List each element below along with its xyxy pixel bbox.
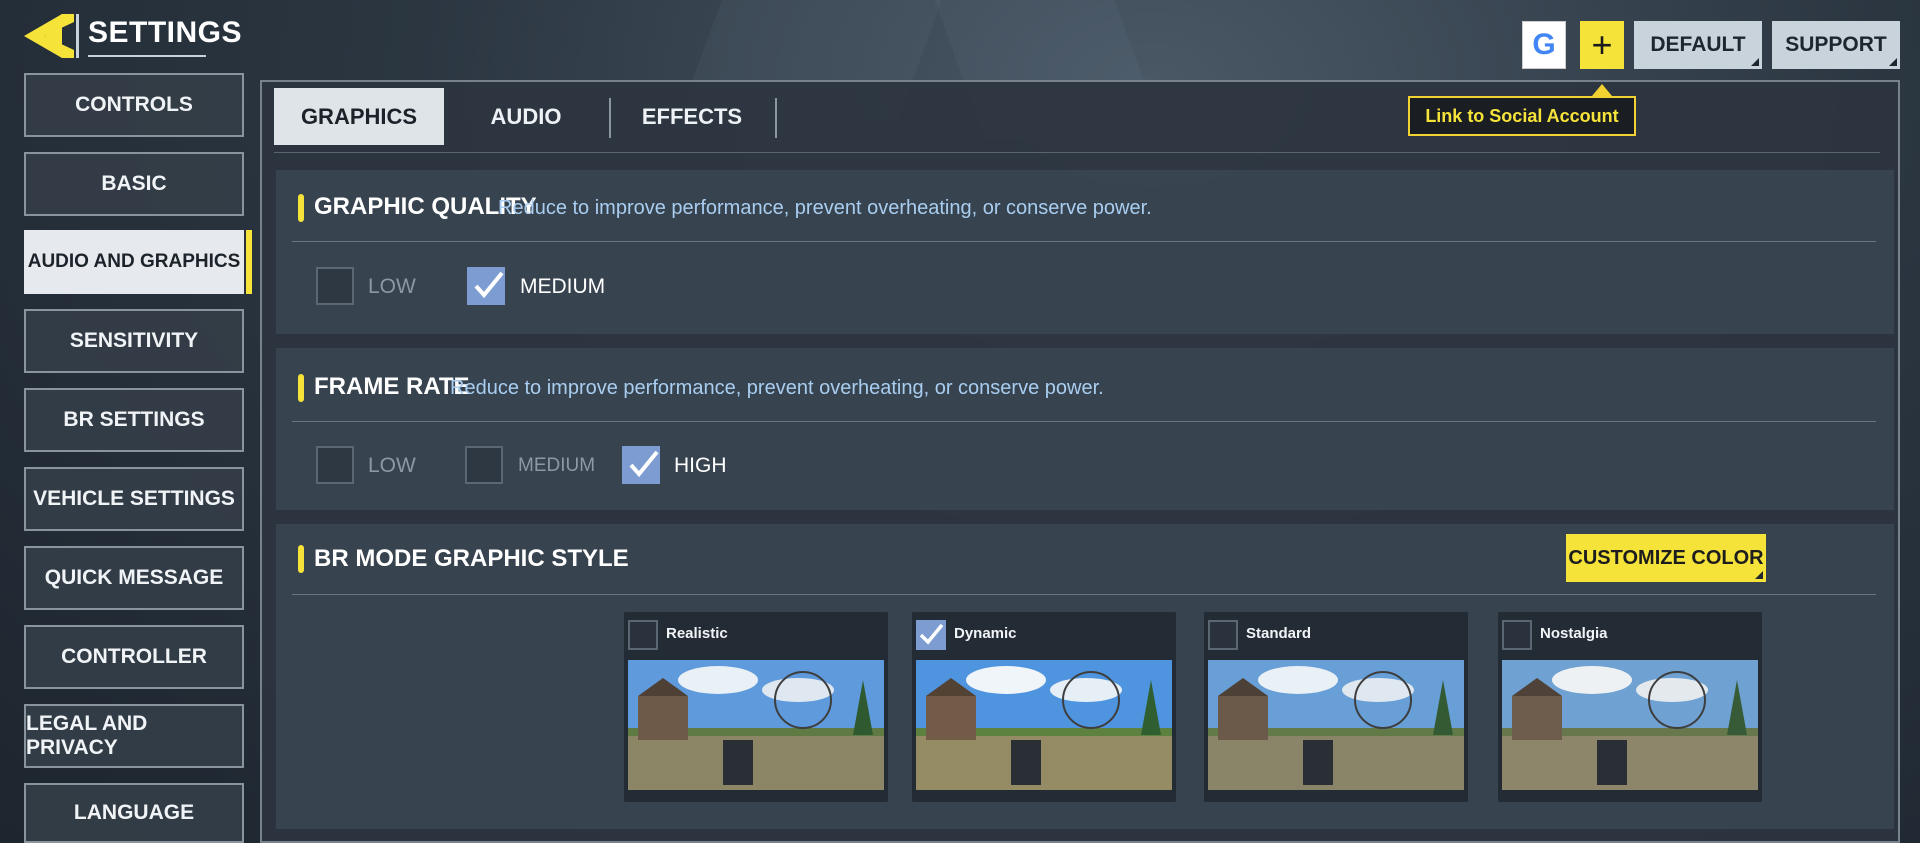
style-preview-image [628, 660, 884, 790]
tab-separator [609, 98, 611, 138]
default-label: DEFAULT [1650, 33, 1746, 56]
title-underline [88, 55, 206, 57]
link-account-plus-button[interactable]: + [1580, 21, 1624, 69]
sidebar-item-label: LEGAL AND PRIVACY [26, 712, 148, 759]
sidebar-item-label: CONTROLS [75, 93, 193, 116]
graphic-quality-low-label: LOW [368, 275, 416, 298]
section-divider [292, 421, 1876, 422]
tooltip-arrow [1592, 84, 1612, 96]
style-checkbox[interactable] [1208, 620, 1238, 650]
header-divider [76, 14, 79, 58]
style-checkbox[interactable] [628, 620, 658, 650]
graphic-style-card-nostalgia[interactable]: Nostalgia [1498, 612, 1762, 802]
plus-icon: + [1591, 24, 1613, 65]
section-marker [298, 545, 304, 573]
style-name: Standard [1246, 625, 1312, 642]
support-button[interactable]: SUPPORT [1772, 21, 1900, 69]
sidebar-item-language[interactable]: LANGUAGE [24, 783, 244, 843]
sidebar-item-legal-and-privacy[interactable]: LEGAL AND PRIVACY [24, 704, 244, 768]
style-name: Dynamic [954, 625, 1017, 642]
sidebar-item-br-settings[interactable]: BR SETTINGS [24, 388, 244, 452]
tab-label: GRAPHICS [300, 103, 418, 129]
sidebar-item-quick-message[interactable]: QUICK MESSAGE [24, 546, 244, 610]
sidebar-item-label: LANGUAGE [73, 801, 195, 824]
checkmark-icon [919, 623, 944, 645]
link-social-tooltip: Link to Social Account [1408, 96, 1636, 136]
sidebar-item-sensitivity[interactable]: SENSITIVITY [24, 309, 244, 373]
frame-rate-title: FRAME RATE [314, 373, 470, 400]
default-button[interactable]: DEFAULT [1634, 21, 1762, 69]
tab-label: EFFECTS [641, 103, 743, 129]
sidebar-item-vehicle-settings[interactable]: VEHICLE SETTINGS [24, 467, 244, 531]
graphic-style-card-realistic[interactable]: Realistic [624, 612, 888, 802]
tab-effects[interactable]: EFFECTS [612, 88, 772, 145]
section-marker [298, 374, 304, 402]
frame-rate-high-checkbox[interactable] [622, 446, 660, 484]
section-divider [292, 594, 1876, 595]
style-name: Realistic [666, 625, 728, 642]
google-link-button[interactable]: G [1522, 21, 1566, 69]
tabs-divider [274, 152, 1880, 153]
section-marker [298, 194, 304, 222]
sidebar-item-label: BR SETTINGS [63, 408, 205, 431]
sidebar-item-label: SENSITIVITY [69, 329, 199, 352]
sidebar-item-audio-and-graphics[interactable]: AUDIO AND GRAPHICS [24, 230, 252, 294]
tab-label: AUDIO [490, 103, 562, 129]
back-arrow-icon [24, 14, 74, 58]
sidebar-item-basic[interactable]: BASIC [24, 152, 244, 216]
sidebar-item-label: CONTROLLER [61, 645, 207, 668]
frame-rate-low-checkbox[interactable] [316, 446, 354, 484]
corner-mark [1755, 571, 1763, 579]
corner-mark [1751, 58, 1759, 66]
back-button[interactable] [22, 12, 76, 60]
style-preview-image [916, 660, 1172, 790]
br-graphic-style-title: BR MODE GRAPHIC STYLE [314, 545, 629, 572]
frame-rate-description: Reduce to improve performance, prevent o… [450, 377, 1104, 399]
tab-graphics[interactable]: GRAPHICS [274, 88, 444, 145]
graphic-quality-description: Reduce to improve performance, prevent o… [498, 197, 1152, 219]
checkmark-icon [629, 450, 659, 478]
frame-rate-medium-label: MEDIUM [518, 455, 596, 476]
graphic-style-card-standard[interactable]: Standard [1204, 612, 1468, 802]
frame-rate-section [276, 348, 1894, 510]
style-name: Nostalgia [1540, 625, 1608, 642]
customize-color-label: CUSTOMIZE COLOR [1568, 546, 1764, 569]
customize-color-button[interactable]: CUSTOMIZE COLOR [1566, 534, 1766, 582]
sidebar-item-label: BASIC [101, 172, 167, 195]
frame-rate-low-label: LOW [368, 454, 416, 477]
sidebar-item-label: VEHICLE SETTINGS [33, 487, 235, 510]
sidebar-item-label: AUDIO AND GRAPHICS [27, 251, 241, 272]
frame-rate-high-label: HIGH [674, 454, 727, 477]
graphic-quality-medium-checkbox[interactable] [467, 267, 505, 305]
graphic-quality-low-checkbox[interactable] [316, 267, 354, 305]
support-label: SUPPORT [1785, 33, 1887, 56]
google-icon: G [1532, 28, 1556, 61]
page-title: SETTINGS [88, 16, 243, 49]
graphic-style-card-dynamic[interactable]: Dynamic [912, 612, 1176, 802]
corner-mark [1889, 58, 1897, 66]
frame-rate-medium-checkbox[interactable] [465, 446, 503, 484]
checkmark-icon [474, 271, 504, 299]
graphic-quality-medium-label: MEDIUM [520, 275, 606, 298]
style-preview-image [1502, 660, 1758, 790]
sidebar-item-label: QUICK MESSAGE [44, 566, 224, 589]
tab-audio[interactable]: AUDIO [446, 88, 606, 145]
tab-separator [775, 98, 777, 138]
section-divider [292, 241, 1876, 242]
sidebar-item-controller[interactable]: CONTROLLER [24, 625, 244, 689]
style-checkbox[interactable] [1502, 620, 1532, 650]
sidebar-item-controls[interactable]: CONTROLS [24, 73, 244, 137]
style-preview-image [1208, 660, 1464, 790]
style-checkbox[interactable] [916, 620, 946, 650]
